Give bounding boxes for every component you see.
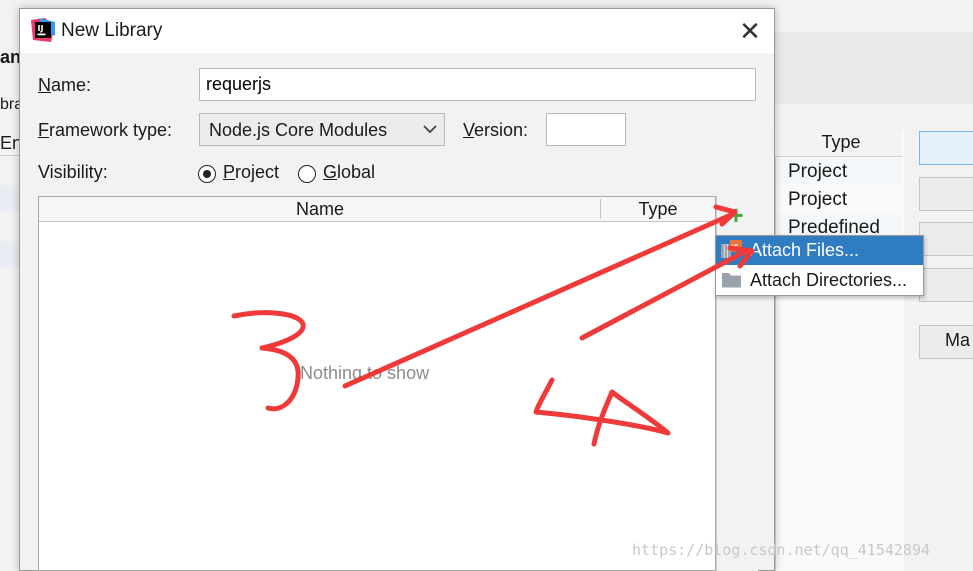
annotation-number-three (231, 310, 306, 412)
annotation-number-four (533, 377, 671, 447)
annotation-arrow-line (579, 247, 751, 341)
annotation-arrow-line (342, 211, 736, 389)
watermark-text: https://blog.csdn.net/qq_41542894 (632, 541, 931, 559)
annotation-overlay (231, 204, 755, 447)
